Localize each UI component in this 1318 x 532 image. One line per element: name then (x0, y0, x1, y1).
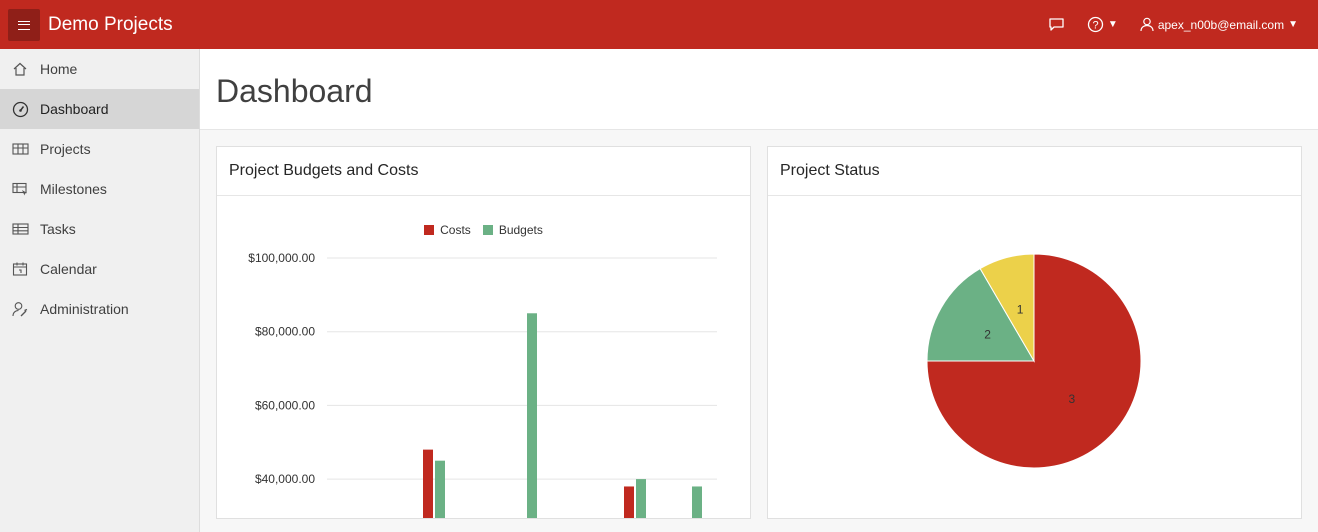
sidebar-item-dashboard[interactable]: Dashboard (0, 89, 199, 129)
sidebar-item-label: Home (40, 61, 78, 77)
bar-budgets (636, 479, 646, 518)
sidebar-item-administration[interactable]: Administration (0, 289, 199, 329)
sidebar-nav: Home Dashboard Projects Milestones Tasks… (0, 49, 200, 532)
sidebar-item-label: Administration (40, 301, 129, 317)
region-budgets-costs: Project Budgets and Costs Costs Budgets … (216, 146, 751, 519)
user-icon (1140, 17, 1154, 32)
bar-budgets (435, 460, 445, 518)
y-tick-label: $100,000.00 (248, 251, 315, 265)
main-content: Dashboard Project Budgets and Costs Cost… (200, 49, 1318, 532)
region-title: Project Budgets and Costs (217, 147, 750, 196)
chevron-down-icon: ▼ (1107, 19, 1118, 30)
sidebar-item-calendar[interactable]: Calendar (0, 249, 199, 289)
pie-slice-label: 3 (1068, 392, 1075, 406)
region-project-status: Project Status 3 2 1 (767, 146, 1302, 519)
hamburger-menu-button[interactable] (8, 9, 40, 41)
bar-chart: $100,000.00 $80,000.00 $60,000.00 $40,000.0… (248, 251, 717, 518)
sidebar-item-label: Milestones (40, 181, 107, 197)
y-tick-label: $40,000.00 (255, 472, 315, 486)
bar-costs (423, 449, 433, 518)
header-actions: ? ▼ apex_n00b@email.com ▼ (1048, 0, 1298, 49)
bar-budgets (527, 313, 537, 518)
grid-icon (11, 220, 29, 238)
bar-chart-body: Costs Budgets $100,000.00 $80,000.00 $60,0… (217, 196, 750, 518)
pie-chart: 3 2 1 (926, 253, 1142, 469)
home-icon (11, 60, 29, 78)
top-header: Demo Projects ? ▼ apex_n00b@email.com ▼ (0, 0, 1318, 49)
bar-budgets (692, 486, 702, 518)
page-title: Dashboard (216, 73, 373, 109)
pie-chart-body: 3 2 1 (768, 196, 1301, 518)
y-tick-label: $60,000.00 (255, 398, 315, 412)
sidebar-item-label: Dashboard (40, 101, 109, 117)
chat-bubble-icon (1049, 18, 1064, 31)
user-menu-button[interactable]: apex_n00b@email.com ▼ (1140, 17, 1298, 32)
app-title[interactable]: Demo Projects (48, 14, 173, 36)
user-wrench-icon (11, 300, 29, 318)
pie-slice-label: 1 (1017, 302, 1024, 316)
y-tick-label: $80,000.00 (255, 325, 315, 339)
gauge-icon (11, 100, 29, 118)
hamburger-icon (18, 20, 30, 30)
question-circle-icon: ? (1087, 16, 1104, 33)
sidebar-item-label: Calendar (40, 261, 97, 277)
help-menu-button[interactable]: ? ▼ (1087, 16, 1118, 33)
title-bar: Dashboard (200, 49, 1318, 130)
sidebar-item-label: Tasks (40, 221, 76, 237)
svg-text:?: ? (1092, 20, 1098, 32)
sidebar-item-home[interactable]: Home (0, 49, 199, 89)
sidebar-item-tasks[interactable]: Tasks (0, 209, 199, 249)
list-cursor-icon (11, 180, 29, 198)
feedback-button[interactable] (1048, 17, 1065, 32)
region-title: Project Status (768, 147, 1301, 196)
calendar-icon (11, 260, 29, 278)
bar-costs (624, 486, 634, 518)
table-icon (11, 140, 29, 158)
pie-slice-label: 2 (984, 327, 991, 341)
sidebar-item-label: Projects (40, 141, 91, 157)
sidebar-item-projects[interactable]: Projects (0, 129, 199, 169)
user-email: apex_n00b@email.com (1157, 17, 1285, 32)
chevron-down-icon: ▼ (1288, 19, 1298, 30)
sidebar-item-milestones[interactable]: Milestones (0, 169, 199, 209)
